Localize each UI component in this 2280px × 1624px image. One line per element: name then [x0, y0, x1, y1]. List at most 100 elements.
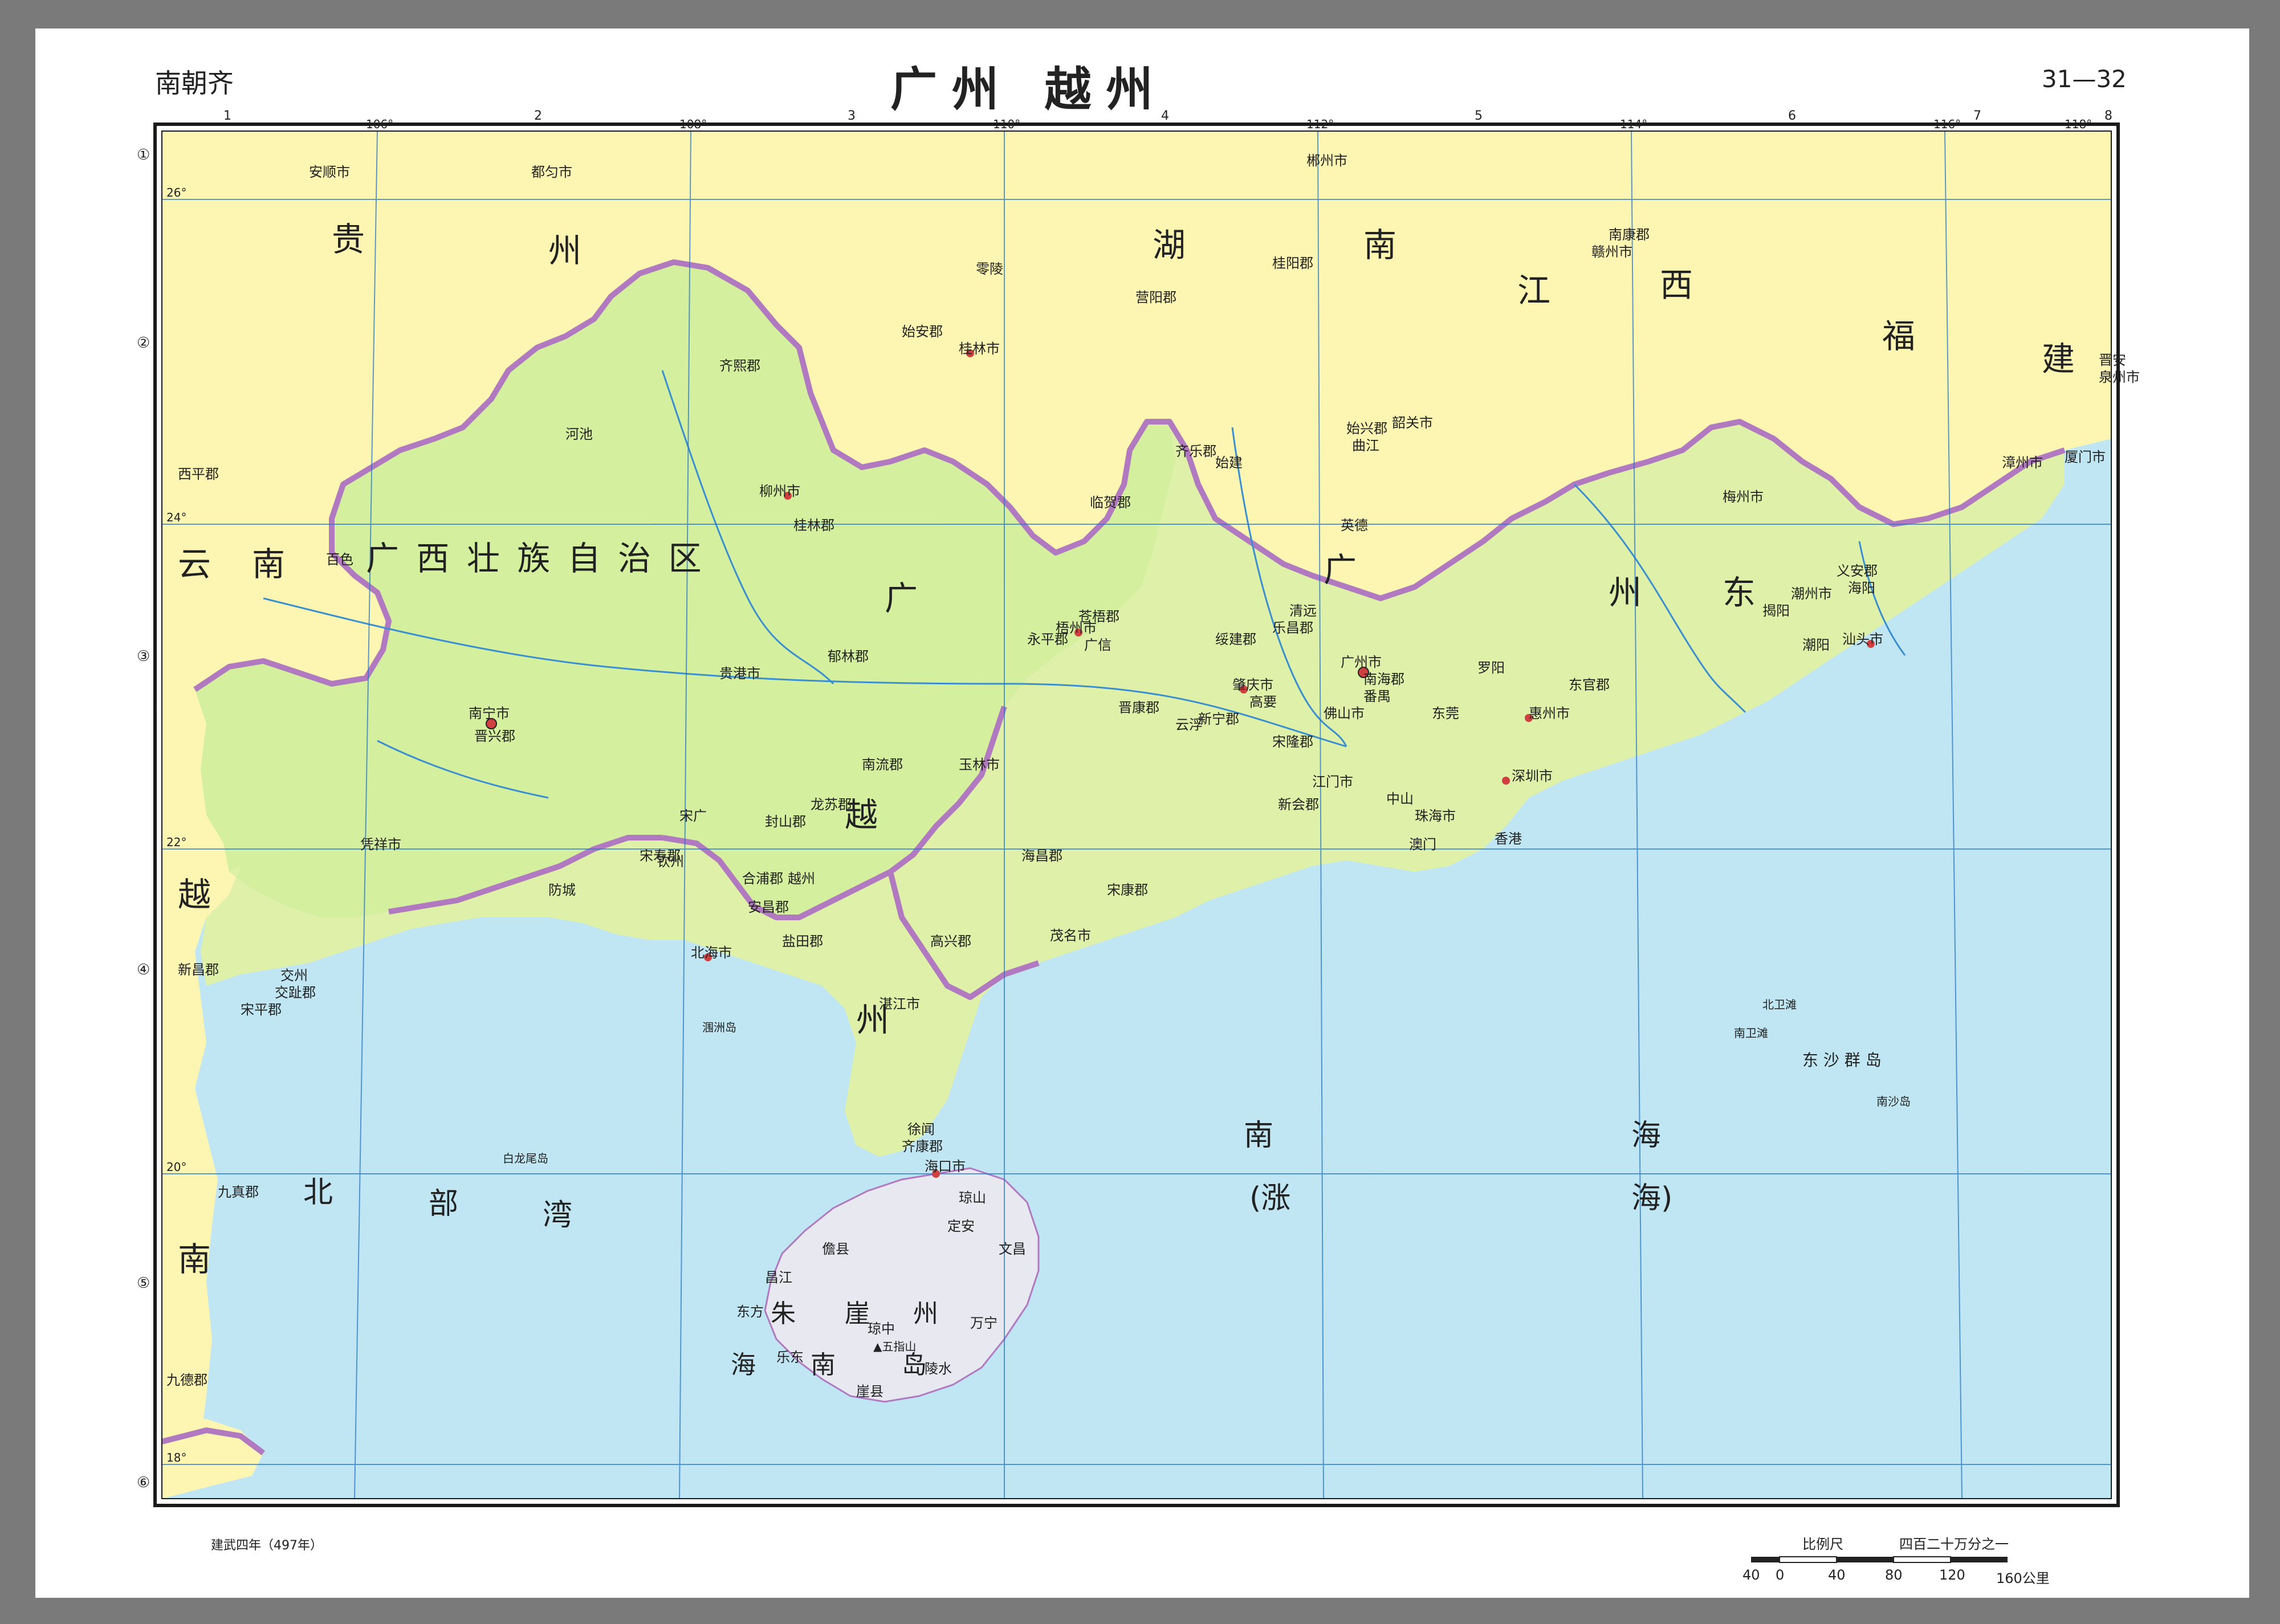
- place-label: 齐康郡: [902, 1139, 943, 1154]
- place-label: 万宁: [970, 1315, 997, 1331]
- col-label: 5: [1475, 109, 1483, 123]
- place-label: 封山郡: [765, 814, 806, 830]
- scale-segment: [1837, 1557, 1894, 1562]
- place-label: 中山: [1386, 791, 1414, 807]
- longitude-label: 112°: [1306, 117, 1334, 131]
- place-label: 儋县: [822, 1241, 849, 1257]
- place-label: 九真郡: [218, 1184, 259, 1200]
- place-label: 英德: [1341, 517, 1368, 533]
- region-label-guizhou-a: 贵: [332, 220, 365, 259]
- latitude-label: 18°: [166, 1451, 186, 1464]
- place-label: 郴州市: [1306, 153, 1347, 169]
- longitude-label: 118°: [2065, 117, 2092, 131]
- hainan-label-zhuya-b: 崖: [845, 1299, 870, 1328]
- scale-tick: 40: [1828, 1567, 1846, 1583]
- hainan-label-c: 岛: [902, 1350, 927, 1380]
- scale-bar: 比例尺 四百二十万分之一 40 0 40 80 120 160公里: [1717, 1533, 2127, 1590]
- place-label: 义安郡: [1837, 563, 1878, 579]
- place-label: 崖县: [856, 1384, 883, 1399]
- place-label: 柳州市: [759, 483, 800, 499]
- place-label: 零陵: [976, 261, 1003, 277]
- place-label: 九德郡: [166, 1372, 207, 1388]
- place-label: 东官郡: [1569, 677, 1610, 693]
- place-label: 宋康郡: [1107, 882, 1148, 898]
- place-label: 郁林郡: [828, 648, 869, 664]
- place-label: 新宁郡: [1198, 711, 1239, 727]
- region-label-guangdong-a: 广: [885, 579, 918, 618]
- scale-tick: 0: [1776, 1567, 1785, 1583]
- place-label: 高要: [1249, 694, 1277, 710]
- scale-ratio: 四百二十万分之一: [1899, 1536, 2009, 1552]
- scale-segment: [1893, 1556, 1951, 1563]
- place-label: 广信: [1084, 637, 1112, 653]
- place-label: 湛江市: [879, 996, 920, 1012]
- place-label: 琼中: [868, 1321, 895, 1337]
- longitude-label: 106°: [366, 117, 393, 131]
- scale-segment: [1951, 1557, 2008, 1562]
- row-label: ⑥: [137, 1474, 150, 1491]
- place-label: 齐熙郡: [719, 358, 760, 374]
- place-label: 漳州市: [2002, 455, 2043, 471]
- place-label: 晋兴郡: [474, 728, 515, 744]
- region-label-guangxi: 广 西 壮 族 自 治 区: [366, 539, 705, 578]
- place-label: 潮阳: [1802, 637, 1830, 653]
- footer-note: 建武四年（497年）: [211, 1539, 323, 1553]
- col-label: 4: [1161, 109, 1169, 123]
- hainan-label-zhuya-c: 州: [913, 1299, 938, 1328]
- place-label: 澳门: [1409, 837, 1436, 852]
- place-label: 梅州市: [1723, 489, 1764, 505]
- place-label: 交州: [280, 968, 308, 984]
- place-label: 高兴郡: [930, 933, 971, 949]
- region-label-yue-b: 南: [178, 1240, 211, 1279]
- longitude-label: 110°: [993, 117, 1020, 131]
- place-label: 赣州市: [1591, 244, 1632, 260]
- place-label: 海阳: [1848, 580, 1875, 596]
- place-label: 琼山: [959, 1190, 986, 1206]
- latitude-label: 26°: [166, 186, 186, 199]
- col-label: 2: [534, 109, 542, 123]
- place-label: 定安: [947, 1218, 975, 1234]
- place-label: 宋广: [679, 808, 707, 824]
- scale-label: 比例尺: [1802, 1536, 1843, 1552]
- region-label-guangzhou-a: 广: [1324, 550, 1357, 589]
- col-label: 1: [223, 109, 231, 123]
- col-label: 3: [848, 109, 856, 123]
- place-label: 涠洲岛: [702, 1021, 736, 1034]
- place-label: 晋康郡: [1118, 700, 1159, 716]
- place-label: 香港: [1495, 831, 1522, 847]
- longitude-label: 114°: [1620, 117, 1647, 131]
- place-label: 罗阳: [1477, 660, 1505, 676]
- sea-label-zhanghai-a: (涨: [1249, 1181, 1290, 1215]
- place-label: 南流郡: [862, 757, 903, 773]
- longitude-label: 116°: [1933, 117, 1961, 131]
- scale-tick: 40: [1742, 1567, 1760, 1583]
- place-label: 新会郡: [1278, 797, 1319, 813]
- sea-label-zhanghai-b: 海): [1631, 1181, 1672, 1215]
- place-label: 玉林市: [959, 757, 1000, 773]
- sea-label-beibu-a: 北: [303, 1176, 333, 1210]
- longitude-label: 108°: [679, 117, 707, 131]
- place-label: 贵港市: [719, 666, 760, 682]
- place-label: 都匀市: [531, 164, 572, 180]
- place-label: 广州市: [1341, 654, 1382, 670]
- place-label: 晋安: [2099, 352, 2126, 368]
- scale-tick: 80: [1885, 1567, 1903, 1583]
- region-label-guangdong-b: 东: [1723, 573, 1756, 612]
- place-label: 桂阳郡: [1272, 255, 1313, 271]
- place-label: 河池: [565, 426, 593, 442]
- sea-label-nanhai-b: 海: [1631, 1119, 1661, 1153]
- place-label: 白龙尾岛: [503, 1152, 548, 1165]
- map-canvas: 1 2 3 4 5 6 7 8 ① ② ③ ④ ⑤ ⑥ 106° 108° 11…: [137, 109, 2140, 1507]
- column-labels: 1 2 3 4 5 6 7 8: [223, 109, 2112, 123]
- place-label: 番禺: [1363, 688, 1391, 704]
- region-label-yunnan-b: 南: [252, 545, 285, 584]
- place-label: 临贺郡: [1090, 495, 1131, 511]
- map-page: 南朝齐 广州 越州 31—32 1 2 3 4 5 6 7 8 ① ② ③ ④ …: [35, 28, 2249, 1598]
- place-label: 苍梧郡: [1078, 609, 1119, 625]
- place-label: 始建: [1215, 455, 1243, 471]
- scale-tick: 120: [1939, 1567, 1965, 1583]
- place-label: 桂林郡: [793, 517, 834, 533]
- place-label: 防城: [548, 882, 576, 898]
- place-label: 惠州市: [1529, 705, 1570, 721]
- row-label: ①: [137, 146, 150, 164]
